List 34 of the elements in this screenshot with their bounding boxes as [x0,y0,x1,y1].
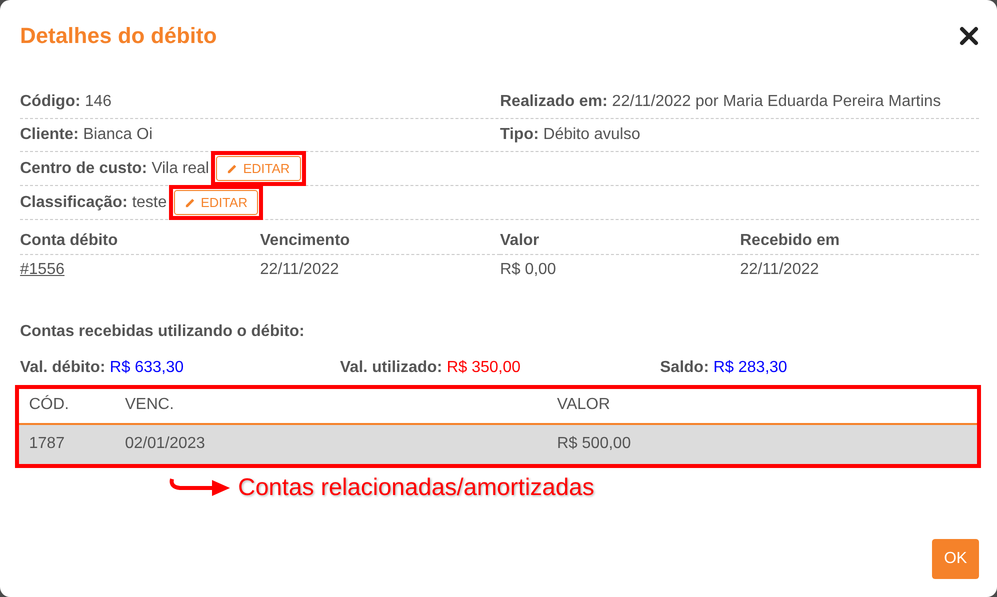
summary-value: R$ 633,30 [110,359,184,376]
dialog-title: Detalhes do débito [20,23,217,49]
summary-label: Val. utilizado: [340,359,442,376]
detail-field: Realizado em: 22/11/2022 por Maria Eduarda Pereira Martins [500,92,941,112]
table-cell: 22/11/2022 [740,261,819,278]
summary-label: Saldo: [660,359,709,376]
detail-field: Código: 146 [20,92,112,112]
column-header: Valor [500,220,740,255]
summary-value: R$ 350,00 [446,359,521,376]
column-header: Vencimento [260,220,500,255]
close-button[interactable] [959,26,979,46]
detail-field: Cliente: Bianca Oi [20,125,152,145]
summary-label: Val. débito: [20,359,106,376]
close-icon [959,26,979,46]
edit-button[interactable]: EDITAR [216,156,301,181]
pencil-icon [227,163,238,174]
table-cell: 1787 [19,424,115,464]
table-cell: 22/11/2022 [260,261,339,278]
table-cell: 02/01/2023 [115,424,547,464]
arrow-icon [168,477,232,499]
section-title: Contas recebidas utilizando o débito: [20,323,306,341]
column-header: Recebido em [740,220,979,255]
summary-value: R$ 283,30 [713,359,788,376]
table-cell: R$ 500,00 [547,424,977,464]
edit-button[interactable]: EDITAR [174,190,258,215]
ok-button[interactable]: OK [932,539,979,579]
account-link[interactable]: #1556 [20,261,64,278]
table-cell: R$ 0,00 [500,261,556,278]
detail-field: Classificação: teste [20,192,167,212]
callout-text: Contas relacionadas/amortizadas [238,474,594,502]
detail-field: Tipo: Débito avulso [500,125,640,145]
pencil-icon [184,197,196,208]
detail-field: Centro de custo: Vila real [20,158,210,178]
column-header: Conta débito [20,220,260,255]
